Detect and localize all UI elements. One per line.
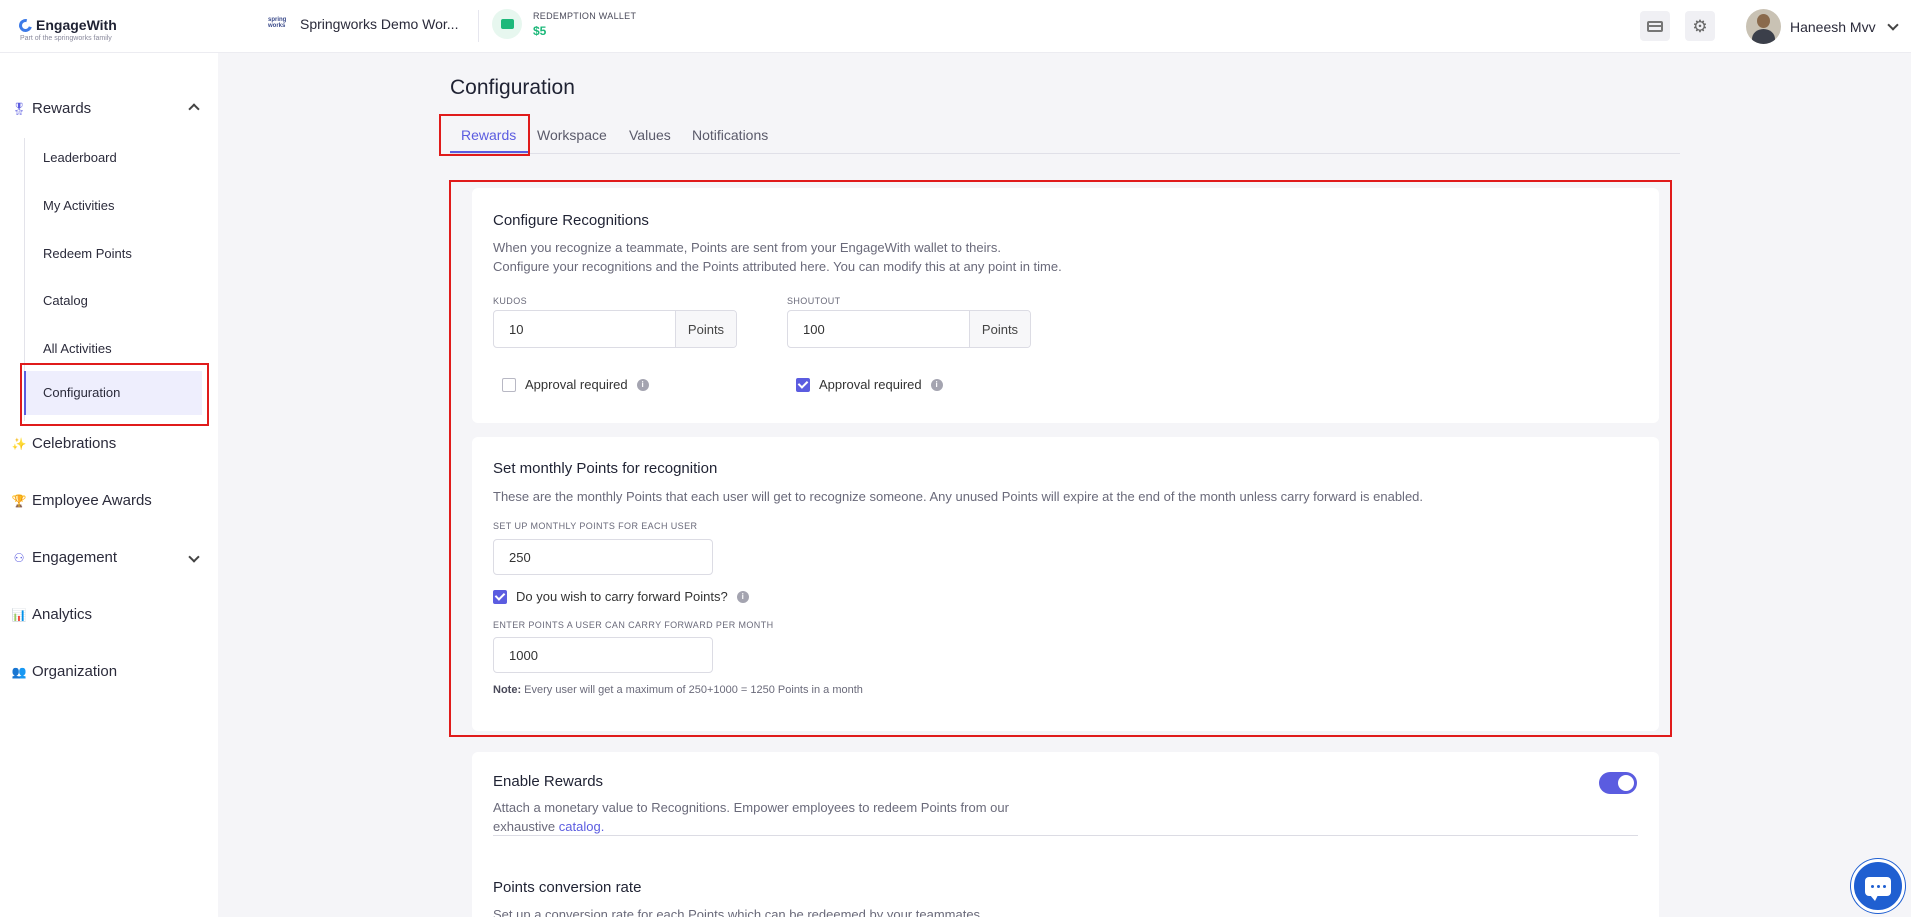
trophy-icon: 🏆 — [11, 493, 27, 508]
sidebar-item-label: Rewards — [32, 100, 92, 117]
chat-support-button[interactable] — [1851, 859, 1905, 913]
sidebar-item-label: Celebrations — [32, 435, 117, 452]
redemption-wallet[interactable]: REDEMPTION WALLET $5 — [492, 9, 636, 39]
section-divider — [493, 835, 1638, 836]
highlight-box — [20, 363, 209, 426]
wallet-label: REDEMPTION WALLET — [533, 10, 637, 21]
wallet-balance: $5 — [533, 23, 547, 38]
sidebar-item-analytics[interactable]: 📊 Analytics — [11, 606, 93, 623]
user-menu[interactable]: Haneesh Mvv — [1746, 9, 1899, 44]
medal-icon: 🎖 — [11, 101, 27, 116]
sidebar-item-catalog[interactable]: Catalog — [43, 293, 88, 308]
top-bar: EngageWith Part of the springworks famil… — [0, 0, 1911, 53]
bar-chart-icon: 📊 — [11, 607, 27, 622]
section-title: Enable Rewards — [493, 773, 604, 790]
topbar-divider — [478, 10, 479, 42]
brand-name: EngageWith — [36, 17, 117, 33]
tab-workspace[interactable]: Workspace — [537, 127, 607, 143]
sidebar-item-label: Organization — [32, 663, 118, 680]
sidebar-item-label: Engagement — [32, 549, 118, 566]
config-tabs: Rewards Workspace Values Notifications — [450, 118, 1680, 154]
sidebar-item-organization[interactable]: 👥 Organization — [11, 663, 118, 680]
highlight-box — [449, 180, 1672, 737]
brand-tagline: Part of the springworks family — [20, 35, 112, 42]
workspace-logo: spring works — [268, 17, 287, 29]
settings-button[interactable]: ⚙ — [1685, 11, 1715, 41]
billing-button[interactable] — [1640, 11, 1670, 41]
chevron-up-icon[interactable] — [188, 103, 200, 115]
sidebar: 🎖 Rewards Leaderboard My Activities Rede… — [0, 53, 218, 917]
section-description: Set up a conversion rate for each Points… — [493, 907, 981, 917]
sidebar-item-leaderboard[interactable]: Leaderboard — [43, 150, 117, 165]
section-description: Attach a monetary value to Recognitions.… — [493, 800, 1009, 815]
enable-rewards-card: Enable Rewards Attach a monetary value t… — [472, 752, 1659, 917]
section-title: Points conversion rate — [493, 879, 642, 896]
user-name: Haneesh Mvv — [1790, 18, 1876, 35]
enable-rewards-toggle[interactable] — [1599, 772, 1637, 794]
tab-values[interactable]: Values — [629, 127, 671, 143]
section-description: exhaustive catalog. — [493, 817, 604, 836]
sidebar-item-engagement[interactable]: ⚇ Engagement — [12, 549, 117, 566]
sidebar-item-my-activities[interactable]: My Activities — [43, 198, 115, 213]
workspace-name: Springworks Demo Wor... — [300, 16, 459, 32]
brand-logo[interactable]: EngageWith Part of the springworks famil… — [16, 16, 117, 42]
chevron-down-icon — [1886, 18, 1899, 31]
engagewith-logo-icon — [16, 16, 35, 34]
sidebar-item-employee-awards[interactable]: 🏆 Employee Awards — [12, 492, 152, 509]
sidebar-item-label: Employee Awards — [32, 492, 152, 509]
gear-icon: ⚙ — [1692, 16, 1708, 36]
tab-notifications[interactable]: Notifications — [692, 127, 768, 143]
avatar — [1746, 9, 1781, 44]
engagement-icon: ⚇ — [13, 550, 25, 565]
highlight-box — [439, 114, 530, 156]
catalog-link[interactable]: catalog. — [559, 819, 605, 834]
description-text: exhaustive — [493, 819, 556, 834]
sidebar-item-label: Analytics — [32, 606, 93, 623]
sidebar-item-redeem-points[interactable]: Redeem Points — [43, 246, 132, 261]
sidebar-item-rewards[interactable]: 🎖 Rewards — [11, 100, 92, 117]
sidebar-item-all-activities[interactable]: All Activities — [43, 341, 112, 356]
wallet-icon — [492, 9, 522, 39]
people-icon: 👥 — [11, 664, 27, 679]
page-title: Configuration — [450, 76, 575, 99]
chat-icon — [1865, 876, 1891, 901]
workspace-selector[interactable]: spring works Springworks Demo Wor... — [268, 16, 458, 32]
confetti-icon: ✨ — [11, 436, 27, 451]
sidebar-item-celebrations[interactable]: ✨ Celebrations — [11, 435, 117, 452]
credit-card-icon — [1647, 20, 1663, 32]
